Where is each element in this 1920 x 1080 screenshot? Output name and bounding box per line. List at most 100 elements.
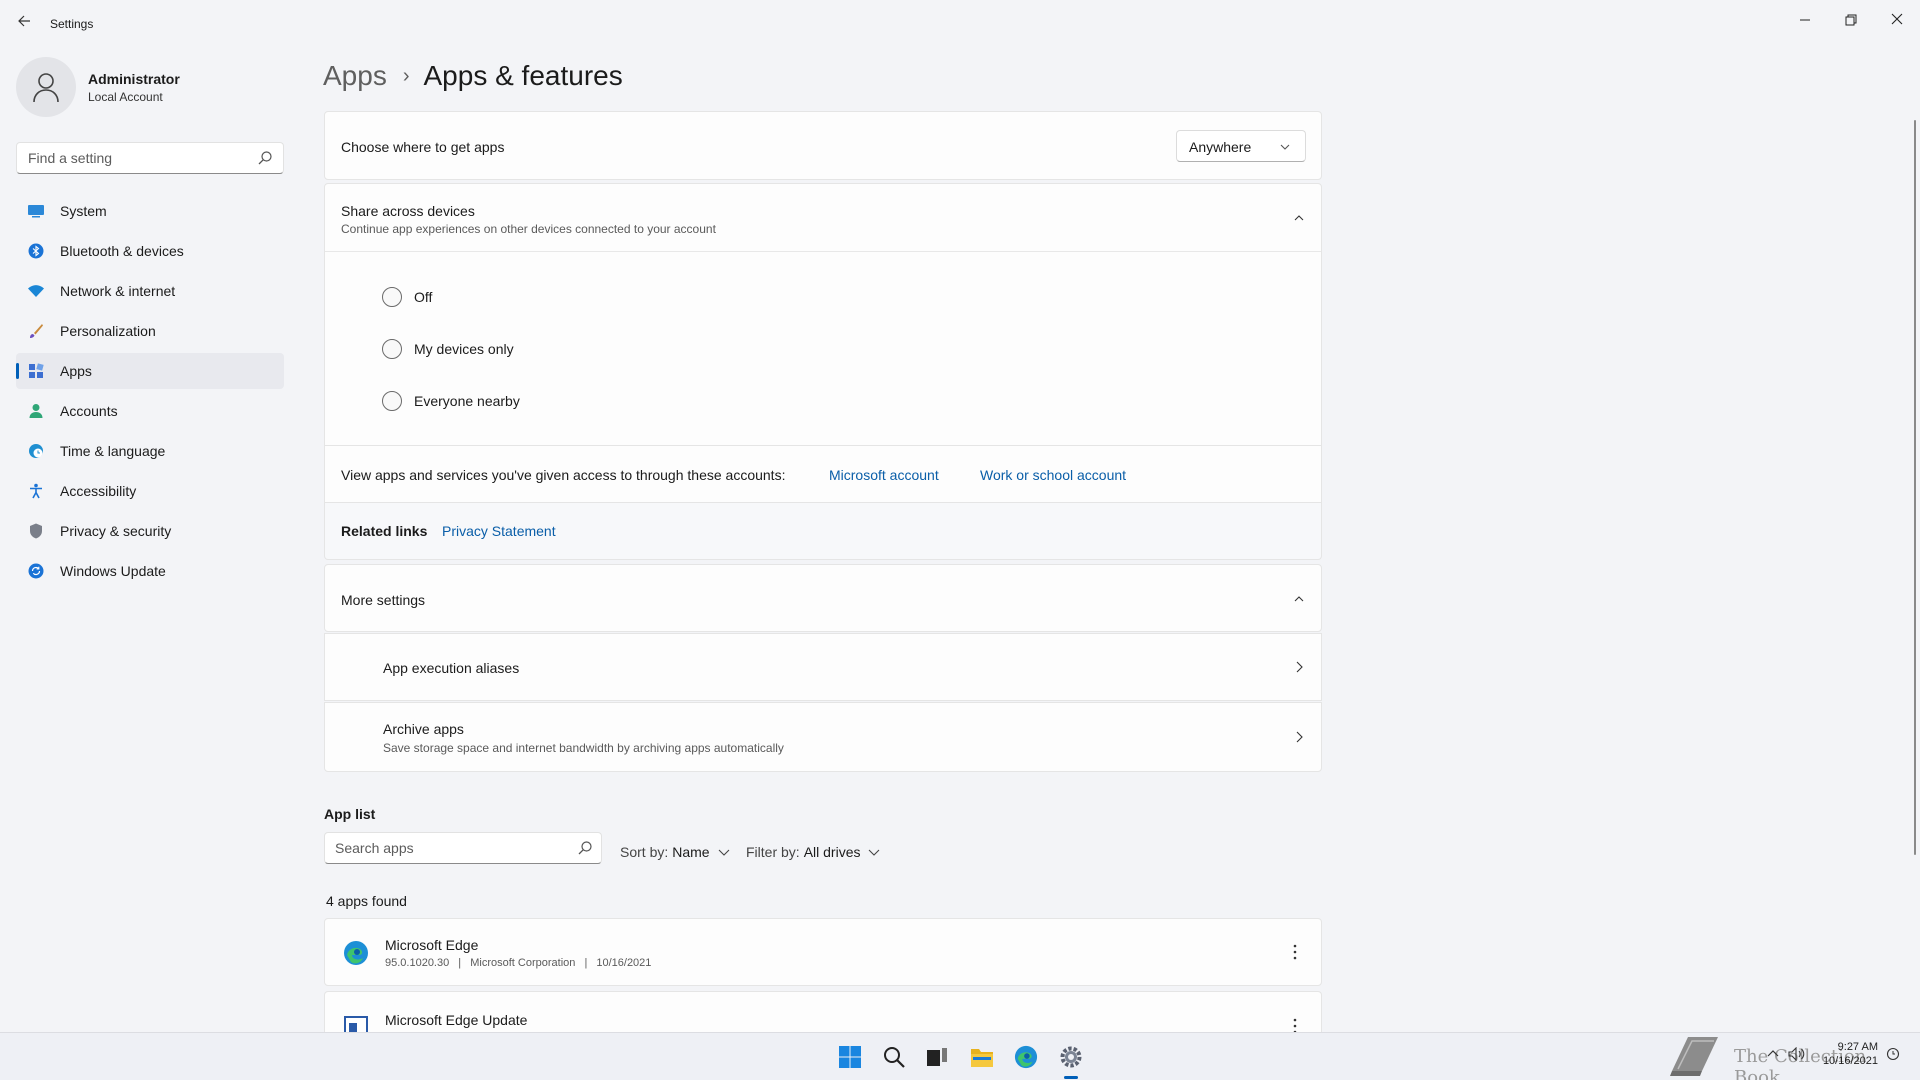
sort-by-dropdown[interactable]: Sort by: Name — [620, 844, 732, 860]
app-date: 10/16/2021 — [596, 957, 652, 969]
update-icon — [27, 562, 45, 580]
page-title: Apps & features — [423, 60, 623, 91]
clock-date: 10/16/2021 — [1822, 1055, 1878, 1067]
app-execution-aliases-row[interactable]: App execution aliases — [324, 633, 1322, 701]
chevron-up-icon[interactable] — [1291, 210, 1307, 226]
search-icon — [258, 151, 272, 165]
back-arrow-icon[interactable] — [14, 14, 34, 34]
file-explorer-icon[interactable] — [968, 1043, 996, 1071]
radio-button[interactable] — [382, 339, 402, 359]
more-options-icon[interactable] — [1287, 942, 1303, 962]
sidebar-item-label: Windows Update — [60, 563, 166, 579]
sidebar-item-accessibility[interactable]: Accessibility — [16, 473, 284, 509]
app-details-separator: | — [584, 957, 588, 969]
archive-apps-row[interactable]: Archive apps Save storage space and inte… — [324, 702, 1322, 772]
sidebar-item-accounts[interactable]: Accounts — [16, 393, 284, 429]
sidebar-item-label: Personalization — [60, 323, 156, 339]
shield-icon — [27, 522, 45, 540]
sort-by-value: Name — [672, 844, 710, 860]
sidebar-nav: System Bluetooth & devices Network & int… — [16, 193, 284, 593]
search-icon — [578, 841, 592, 855]
profile-account-type: Local Account — [88, 90, 163, 104]
wifi-icon — [27, 282, 45, 300]
tray-chevron-icon[interactable] — [1766, 1047, 1780, 1064]
sidebar-item-bluetooth[interactable]: Bluetooth & devices — [16, 233, 284, 269]
app-row-microsoft-edge-update[interactable]: Microsoft Edge Update — [324, 991, 1322, 1040]
accounts-access-text: View apps and services you've given acce… — [341, 467, 786, 483]
search-apps-input[interactable] — [325, 833, 555, 863]
radio-everyone-nearby[interactable]: Everyone nearby — [382, 390, 520, 412]
sidebar-item-label: System — [60, 203, 107, 219]
app-row-microsoft-edge[interactable]: Microsoft Edge 95.0.1020.30 | Microsoft … — [324, 918, 1322, 986]
radio-label: Everyone nearby — [414, 393, 520, 409]
window-title: Settings — [50, 17, 94, 31]
share-devices-header[interactable]: Share across devices Continue app experi… — [325, 184, 1321, 252]
filter-by-value: All drives — [803, 844, 861, 860]
book-icon — [1670, 1037, 1718, 1076]
more-settings-header[interactable]: More settings — [324, 564, 1322, 632]
app-name: Microsoft Edge Update — [385, 1012, 528, 1028]
volume-icon[interactable] — [1788, 1046, 1806, 1064]
app-details: 95.0.1020.30 | Microsoft Corporation | 1… — [385, 957, 651, 969]
privacy-statement-link[interactable]: Privacy Statement — [442, 523, 556, 539]
minimize-button[interactable] — [1782, 6, 1828, 36]
archive-apps-title: Archive apps — [383, 721, 464, 737]
breadcrumb-separator: › — [402, 64, 410, 87]
archive-apps-subtitle: Save storage space and internet bandwidt… — [383, 741, 784, 755]
find-setting-input[interactable] — [17, 143, 237, 173]
app-source-dropdown[interactable]: Anywhere — [1176, 130, 1306, 162]
microsoft-account-link[interactable]: Microsoft account — [829, 467, 939, 483]
sidebar-item-network[interactable]: Network & internet — [16, 273, 284, 309]
share-devices-title: Share across devices — [341, 203, 475, 219]
sidebar-item-privacy[interactable]: Privacy & security — [16, 513, 284, 549]
sidebar-item-label: Bluetooth & devices — [60, 243, 184, 259]
sidebar-item-apps[interactable]: Apps — [16, 353, 284, 389]
radio-button[interactable] — [382, 287, 402, 307]
avatar[interactable] — [16, 57, 76, 117]
taskbar-clock[interactable]: 9:27 AM 10/16/2021 — [1818, 1040, 1878, 1068]
chevron-right-icon — [1296, 661, 1303, 673]
app-details-separator: | — [458, 957, 462, 969]
scrollbar[interactable] — [1914, 120, 1916, 855]
sidebar-item-personalization[interactable]: Personalization — [16, 313, 284, 349]
chevron-right-icon — [1296, 731, 1303, 743]
app-execution-aliases-title: App execution aliases — [383, 660, 520, 676]
clock-time: 9:27 AM — [1837, 1041, 1878, 1053]
restore-button[interactable] — [1828, 6, 1874, 36]
sidebar-item-time-language[interactable]: Time & language — [16, 433, 284, 469]
sidebar-item-label: Accessibility — [60, 483, 137, 499]
radio-my-devices[interactable]: My devices only — [382, 338, 514, 360]
profile-name: Administrator — [88, 71, 180, 87]
globe-clock-icon — [27, 442, 45, 460]
sidebar-item-label: Network & internet — [60, 283, 176, 299]
app-publisher: Microsoft Corporation — [470, 957, 576, 969]
search-apps-box — [324, 832, 602, 864]
radio-button[interactable] — [382, 391, 402, 411]
filter-by-dropdown[interactable]: Filter by: All drives — [746, 844, 882, 860]
edge-icon[interactable] — [1012, 1043, 1040, 1071]
radio-off[interactable]: Off — [382, 286, 432, 308]
sidebar-item-system[interactable]: System — [16, 193, 284, 229]
active-app-indicator — [1064, 1076, 1078, 1079]
task-view-icon[interactable] — [923, 1043, 951, 1071]
close-button[interactable] — [1874, 6, 1920, 36]
monitor-icon — [27, 202, 45, 220]
chevron-up-icon[interactable] — [1291, 591, 1307, 607]
sidebar-item-windows-update[interactable]: Windows Update — [16, 553, 284, 589]
start-icon[interactable] — [836, 1043, 864, 1071]
chevron-down-icon — [718, 849, 729, 856]
breadcrumb-apps-link[interactable]: Apps — [323, 60, 387, 92]
app-version: 95.0.1020.30 — [385, 957, 450, 969]
sidebar-item-label: Apps — [60, 363, 92, 379]
title-bar: Settings — [0, 0, 1920, 48]
user-profile: Administrator Local Account — [16, 57, 286, 117]
apps-found-count: 4 apps found — [326, 893, 407, 909]
search-icon[interactable] — [880, 1043, 908, 1071]
app-name: Microsoft Edge — [385, 937, 479, 953]
taskbar — [0, 1032, 1920, 1080]
sidebar-item-label: Privacy & security — [60, 523, 172, 539]
notifications-icon[interactable] — [1886, 1047, 1900, 1064]
breadcrumb: Apps › Apps & features — [323, 56, 623, 96]
work-school-account-link[interactable]: Work or school account — [980, 467, 1126, 483]
settings-icon[interactable] — [1057, 1043, 1085, 1071]
